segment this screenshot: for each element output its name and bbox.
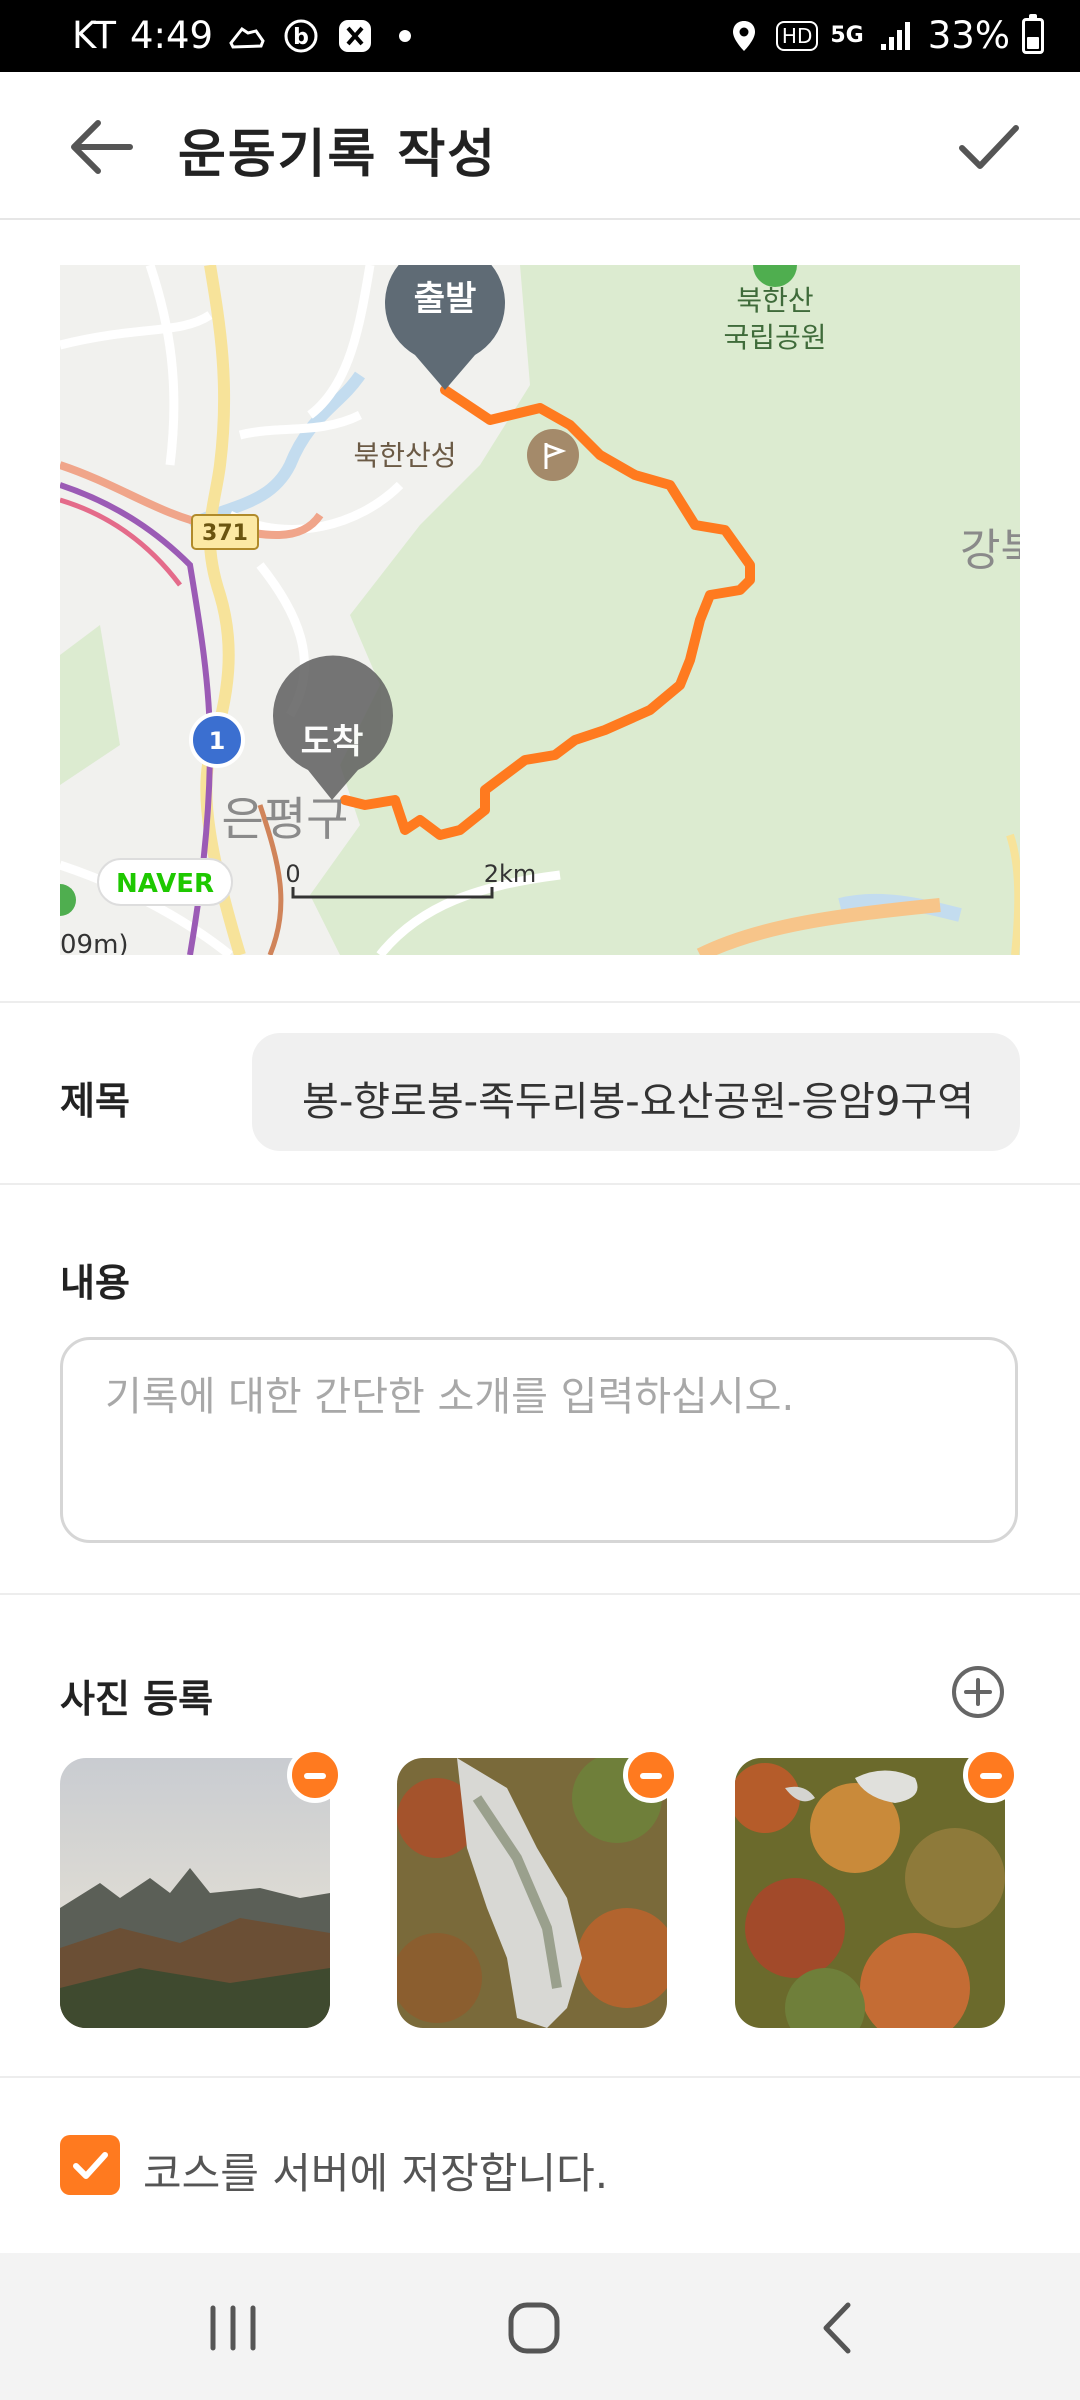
photo-thumbnail-2[interactable] <box>397 1758 667 2028</box>
battery-icon <box>1022 13 1044 54</box>
check-icon[interactable] <box>954 112 1024 182</box>
remove-photo-1-button[interactable] <box>287 1747 343 1803</box>
start-marker-label: 출발 <box>414 279 477 319</box>
road-shield-1: 1 <box>189 712 245 768</box>
end-marker-label: 도착 <box>301 722 364 762</box>
place-park-line2: 국립공원 <box>723 321 826 354</box>
notification-dot-icon <box>399 29 412 42</box>
content-textarea[interactable]: 기록에 대한 간단한 소개를 입력하십시오. <box>60 1337 1018 1543</box>
scale-distance: 2km <box>484 860 537 888</box>
content-placeholder: 기록에 대한 간단한 소개를 입력하십시오. <box>105 1374 795 1420</box>
photo-thumbnail-3[interactable] <box>735 1758 1005 2028</box>
road-371-label: 371 <box>202 521 248 546</box>
title-input[interactable]: 봉-향로봉-족두리봉-요산공원-응암9구역 <box>252 1033 1020 1151</box>
x-app-icon <box>335 16 375 56</box>
status-left: KT 4:49 b <box>72 14 412 57</box>
remove-photo-2-button[interactable] <box>623 1747 679 1803</box>
scale-zero: 0 <box>285 860 300 888</box>
remove-photo-3-button[interactable] <box>963 1747 1019 1803</box>
divider <box>0 1593 1080 1595</box>
status-right: HD 5G 33% <box>724 13 1044 57</box>
signal-icon <box>876 16 916 56</box>
system-nav-bar <box>0 2253 1080 2400</box>
location-icon <box>724 16 764 56</box>
status-bar: KT 4:49 b HD 5G 33% <box>0 0 1080 72</box>
back-icon[interactable] <box>800 2293 880 2363</box>
place-fortress-label: 북한산성 <box>353 439 456 472</box>
carrier-label: KT <box>72 14 116 57</box>
naver-logo: NAVER <box>97 858 233 906</box>
photo-label: 사진 등록 <box>60 1677 214 1721</box>
save-course-checkbox[interactable] <box>60 2135 120 2195</box>
place-district-label: 은평구 <box>222 792 349 846</box>
battery-percent: 33% <box>927 14 1010 57</box>
map-edge-label: 09m) <box>60 930 129 955</box>
content-label: 내용 <box>60 1261 130 1305</box>
check-mark-icon <box>73 2152 108 2179</box>
hd-voice-badge: HD <box>775 20 819 51</box>
back-arrow-icon[interactable] <box>64 112 140 182</box>
title-label: 제목 <box>60 1079 130 1123</box>
recent-apps-icon[interactable] <box>193 2293 273 2363</box>
app-bar: 운동기록 작성 <box>0 72 1080 220</box>
plus-circle-icon[interactable] <box>950 1664 1006 1720</box>
network-type-label: 5G <box>830 23 864 48</box>
title-input-value: 봉-향로봉-족두리봉-요산공원-응암9구역 <box>302 1079 974 1125</box>
page-title: 운동기록 작성 <box>178 125 498 185</box>
running-shoe-icon <box>227 16 267 56</box>
save-course-label[interactable]: 코스를 서버에 저장합니다. <box>143 2140 608 2201</box>
divider <box>0 1183 1080 1185</box>
route-map[interactable]: 371 1 북한산 국립공원 북한산성 강북 은평구 출발 도착 <box>60 265 1020 955</box>
road-shield-371: 371 <box>191 514 259 550</box>
band-app-icon: b <box>281 16 321 56</box>
road-1-label: 1 <box>209 727 226 755</box>
map-canvas: 371 1 북한산 국립공원 북한산성 강북 은평구 출발 도착 <box>60 265 1020 955</box>
divider <box>0 1001 1080 1003</box>
clock: 4:49 <box>130 14 214 57</box>
svg-text:b: b <box>293 25 309 50</box>
photo-thumbnail-1[interactable] <box>60 1758 330 2028</box>
place-partial-label: 강북 <box>960 525 1020 576</box>
home-icon[interactable] <box>495 2293 575 2363</box>
naver-brand: NAVER <box>116 869 214 899</box>
divider <box>0 2076 1080 2078</box>
place-park-line1: 북한산 <box>736 284 813 317</box>
